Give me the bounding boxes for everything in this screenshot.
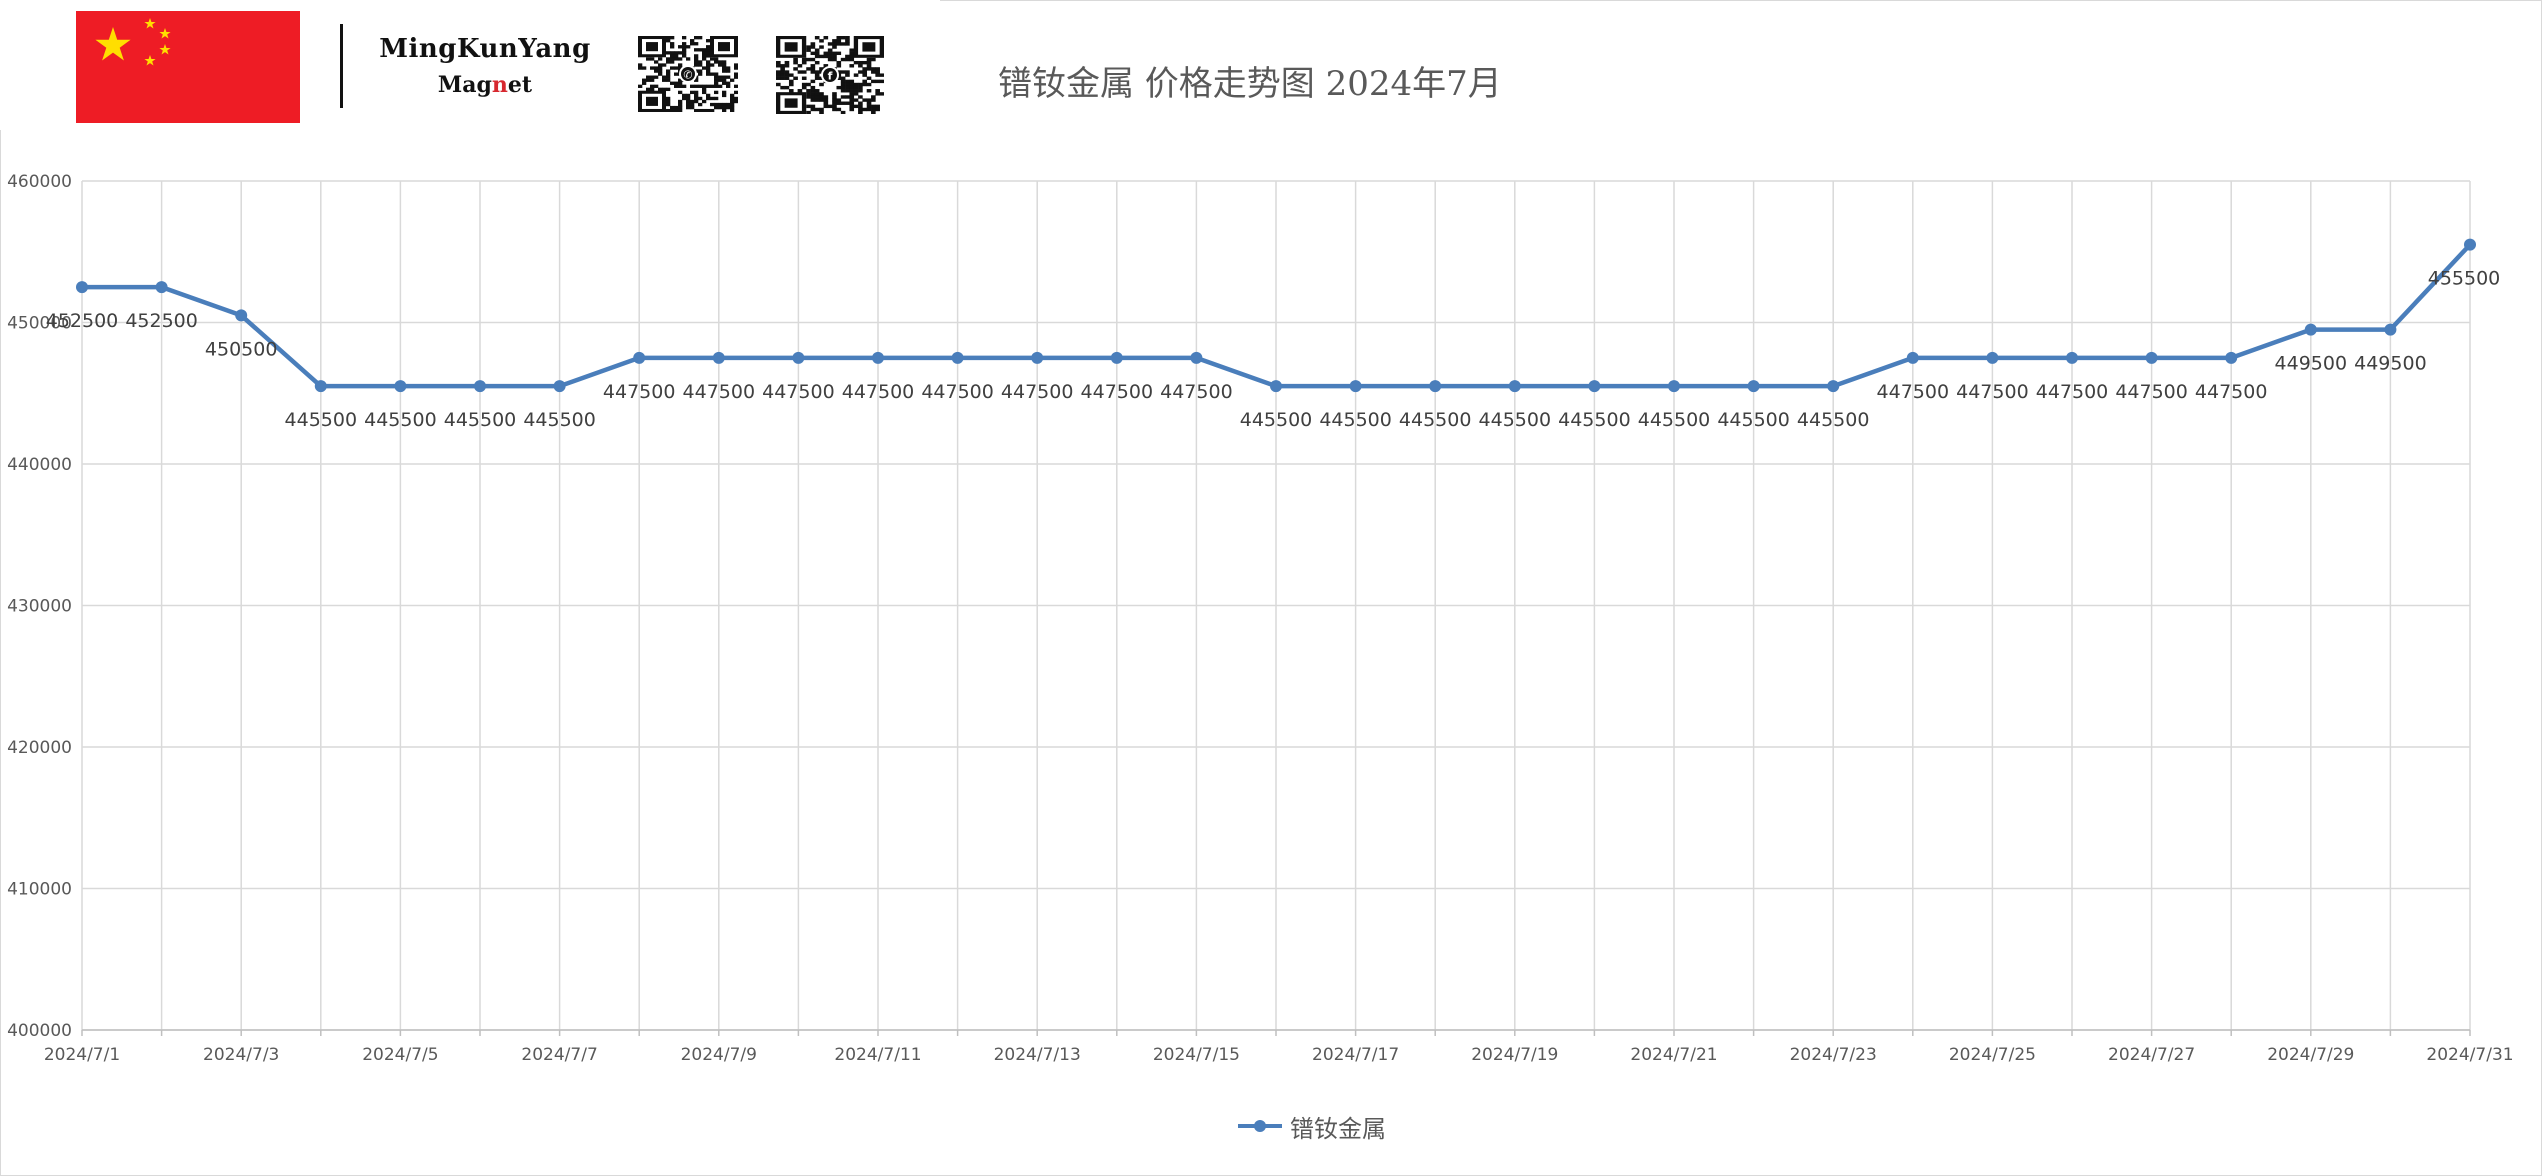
y-tick-label: 400000 [7,1021,72,1041]
data-point [1588,380,1601,393]
data-label: 447500 [1877,381,1950,403]
data-point [1349,380,1362,393]
data-point [2066,351,2078,364]
data-label: 445500 [1558,409,1631,431]
data-point [792,351,805,364]
data-label: 445500 [1797,409,1870,431]
data-point [1986,351,1999,364]
data-point [2225,351,2238,364]
x-tick-label: 2024/7/23 [1790,1045,1877,1065]
x-tick-label: 2024/7/19 [1471,1045,1558,1065]
legend-label: 镨钕金属 [1290,1114,1386,1143]
data-label: 445500 [523,409,596,431]
data-point [2304,323,2317,336]
data-point [633,351,646,364]
data-point [1508,380,1521,393]
data-point [155,281,168,294]
x-tick-label: 2024/7/7 [521,1045,597,1065]
y-tick-label: 460000 [7,172,72,192]
data-point [314,380,327,393]
data-label: 445500 [1638,409,1711,431]
data-label: 447500 [921,381,994,403]
data-point [1827,380,1840,393]
data-label: 447500 [1081,381,1154,403]
x-tick-label: 2024/7/15 [1153,1045,1240,1065]
data-point [1270,380,1282,393]
data-label: 449500 [2354,353,2427,375]
data-label: 445500 [1717,409,1790,431]
data-label: 447500 [762,381,835,403]
data-label: 449500 [2275,353,2348,375]
x-tick-label: 2024/7/21 [1630,1045,1717,1065]
data-point [235,309,248,322]
x-tick-label: 2024/7/13 [994,1045,1081,1065]
data-point [1668,380,1680,393]
data-point [474,380,486,393]
data-point [394,380,407,393]
y-tick-label: 430000 [7,597,72,617]
x-tick-label: 2024/7/11 [834,1045,921,1065]
data-point [1429,380,1442,393]
y-tick-label: 410000 [7,880,72,900]
x-tick-label: 2024/7/3 [203,1045,279,1065]
data-label: 452500 [125,310,198,332]
data-label: 447500 [2195,381,2268,403]
x-tick-label: 2024/7/9 [681,1045,757,1065]
data-label: 447500 [2036,381,2109,403]
data-label: 445500 [444,409,517,431]
data-label: 445500 [1399,409,1472,431]
y-tick-label: 440000 [7,455,72,475]
x-tick-label: 2024/7/31 [2426,1045,2513,1065]
data-point [2145,351,2158,364]
x-tick-label: 2024/7/27 [2108,1045,2195,1065]
data-label: 447500 [1956,381,2029,403]
x-tick-label: 2024/7/17 [1312,1045,1399,1065]
data-label: 445500 [1319,409,1392,431]
data-point [2464,238,2476,251]
data-label: 447500 [683,381,756,403]
data-label: 447500 [1160,381,1233,403]
x-tick-label: 2024/7/29 [2267,1045,2354,1065]
x-tick-label: 2024/7/1 [44,1045,120,1065]
data-point [1110,351,1123,364]
data-point [1031,351,1044,364]
data-point [2384,323,2397,336]
data-label: 445500 [285,409,358,431]
chart-legend: 镨钕金属 [1236,1106,1386,1146]
x-tick-label: 2024/7/5 [362,1045,438,1065]
data-label: 447500 [603,381,676,403]
data-point [872,351,884,364]
y-tick-label: 420000 [7,738,72,758]
data-point [951,351,964,364]
data-label: 455500 [2428,268,2501,290]
data-label: 450500 [205,338,278,360]
data-point [1906,351,1919,364]
x-tick-label: 2024/7/25 [1949,1045,2036,1065]
data-label: 447500 [1001,381,1074,403]
data-point [76,281,88,294]
data-label: 445500 [364,409,437,431]
data-label: 445500 [1479,409,1552,431]
data-label: 447500 [842,381,915,403]
data-label: 445500 [1240,409,1313,431]
data-label: 447500 [2115,381,2188,403]
data-point [553,380,566,393]
line-chart: 4000004100004200004300004400004500004600… [7,172,2513,1065]
data-point [712,351,725,364]
data-label: 452500 [46,310,119,332]
data-point [1747,380,1760,393]
legend-marker-icon [1238,1120,1282,1132]
data-point [1190,351,1203,364]
